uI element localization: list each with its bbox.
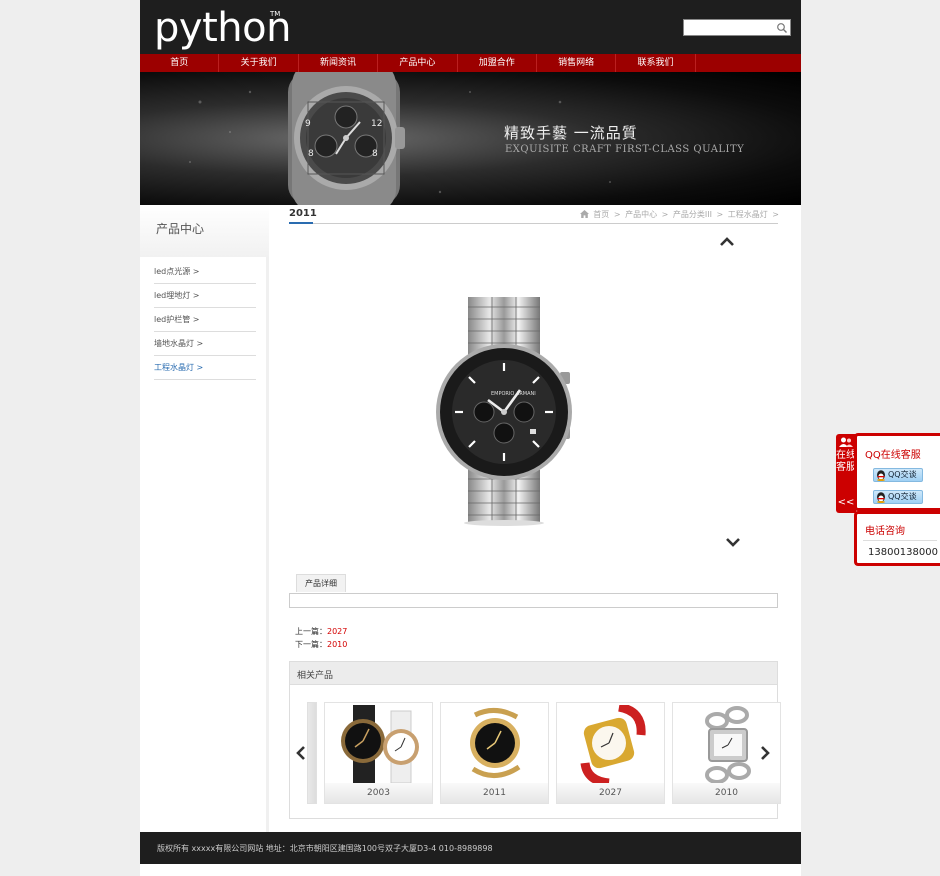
related-card-label[interactable]: 2010 — [673, 783, 780, 803]
page-title: 2011 — [289, 208, 317, 219]
breadcrumb-separator: > — [772, 210, 779, 219]
sidebar-item-led-point[interactable]: led点光源 > — [154, 260, 256, 284]
svg-text:9: 9 — [305, 119, 311, 129]
phone-panel-title: 电话咨询 — [865, 526, 905, 537]
qq-chat-label: QQ交谈 — [888, 470, 917, 479]
sidebar-title: 产品中心 — [156, 222, 205, 236]
chevron-up-icon[interactable] — [720, 237, 734, 247]
qq-chat-label: QQ交谈 — [888, 492, 917, 501]
related-card[interactable]: 2011 — [440, 702, 549, 804]
qq-service-panel: QQ在线客服 QQ交谈 QQ交谈 — [854, 433, 940, 511]
phone-consult-panel: 电话咨询 13800138000 — [854, 511, 940, 566]
footer: 版权所有 xxxxx有限公司网站 地址：北京市朝阳区建国路100号双子大厦D3-… — [140, 832, 801, 864]
sidebar-item-led-inground[interactable]: led埋地灯 > — [154, 284, 256, 308]
related-card[interactable]: 2027 — [556, 702, 665, 804]
breadcrumb-separator: > — [661, 210, 669, 219]
related-card-label[interactable]: 2011 — [441, 783, 548, 803]
nav-franchise[interactable]: 加盟合作 — [458, 54, 537, 72]
header: python TM — [140, 0, 801, 54]
nav-home[interactable]: 首页 — [140, 54, 220, 72]
search-icon[interactable] — [776, 22, 788, 34]
qq-penguin-icon — [877, 492, 885, 503]
svg-text:EMPORIO ARMANI: EMPORIO ARMANI — [491, 391, 536, 397]
prev-article: 上一篇：2027 — [295, 626, 347, 637]
page: python TM 首页 关于我们 新闻资讯 产品中心 加盟合作 销售网络 联系… — [140, 0, 801, 876]
footer-text: 版权所有 xxxxx有限公司网站 地址：北京市朝阳区建国路100号双子大厦D3-… — [157, 844, 493, 853]
next-link[interactable]: 2010 — [327, 640, 347, 649]
chevron-down-icon[interactable] — [726, 537, 740, 547]
qq-panel-title: QQ在线客服 — [865, 450, 921, 461]
nav-news[interactable]: 新闻资讯 — [299, 54, 379, 72]
breadcrumb-separator: > — [613, 210, 621, 219]
svg-text:8: 8 — [372, 149, 378, 159]
phone-divider — [863, 540, 937, 541]
related-card-label[interactable]: 2003 — [325, 783, 432, 803]
online-service-tab[interactable]: 在线客服 << — [836, 434, 856, 513]
product-detail-box — [289, 593, 778, 608]
next-article: 下一篇：2010 — [295, 639, 347, 650]
sidebar-item-led-guardrail[interactable]: led护栏管 > — [154, 308, 256, 332]
product-thumb-image — [341, 705, 419, 783]
title-divider — [289, 223, 778, 224]
prev-link[interactable]: 2027 — [327, 627, 347, 636]
related-card-partial — [307, 702, 317, 804]
chevron-right-icon[interactable] — [760, 746, 770, 760]
svg-text:8: 8 — [308, 149, 314, 159]
breadcrumb: 首页 > 产品中心 > 产品分类III > 工程水晶灯 > — [579, 209, 779, 220]
nav-sales-network[interactable]: 销售网络 — [537, 54, 617, 72]
product-main-image: EMPORIO ARMANI — [436, 297, 572, 526]
chevron-left-icon[interactable] — [296, 746, 306, 760]
collapse-icon[interactable]: << — [836, 497, 856, 508]
related-products: 相关产品 2003 2011 2027 2010 — [289, 661, 781, 819]
svg-text:12: 12 — [371, 119, 382, 129]
related-header: 相关产品 — [290, 662, 777, 685]
banner: 12 8 8 9 精致手藝 一流品質 EXQUISITE CRAFT FIRST-CL… — [140, 72, 801, 205]
next-label: 下一篇： — [295, 640, 327, 649]
home-icon[interactable] — [579, 210, 589, 218]
nav-products[interactable]: 产品中心 — [378, 54, 458, 72]
banner-subtitle: EXQUISITE CRAFT FIRST-CLASS QUALITY — [505, 144, 745, 155]
banner-watch-image: 12 8 8 9 — [189, 72, 611, 205]
breadcrumb-current[interactable]: 工程水晶灯 — [728, 210, 768, 219]
sidebar: 产品中心 led点光源 > led埋地灯 > led护栏管 > 墙地水晶灯 > … — [140, 205, 269, 832]
breadcrumb-products[interactable]: 产品中心 — [625, 210, 657, 219]
main-nav: 首页 关于我们 新闻资讯 产品中心 加盟合作 销售网络 联系我们 — [140, 54, 801, 72]
title-accent — [289, 222, 313, 224]
related-card-label[interactable]: 2027 — [557, 783, 664, 803]
breadcrumb-category[interactable]: 产品分类III — [673, 210, 712, 219]
sidebar-item-crystal-wall[interactable]: 墙地水晶灯 > — [154, 332, 256, 356]
tab-product-detail[interactable]: 产品详细 — [296, 574, 346, 592]
qq-chat-button[interactable]: QQ交谈 — [873, 468, 923, 482]
product-thumb-image — [470, 708, 521, 778]
product-thumb-image — [705, 706, 751, 783]
breadcrumb-separator: > — [716, 210, 724, 219]
users-icon — [839, 437, 853, 447]
search-input[interactable] — [683, 19, 791, 36]
qq-chat-button[interactable]: QQ交谈 — [873, 490, 923, 504]
banner-title: 精致手藝 一流品質 — [504, 124, 638, 142]
related-card[interactable]: 2003 — [324, 702, 433, 804]
qq-penguin-icon — [877, 470, 885, 481]
sidebar-header: 产品中心 — [140, 205, 269, 257]
product-thumb-image — [580, 705, 646, 783]
prev-label: 上一篇： — [295, 627, 327, 636]
sidebar-item-crystal-project[interactable]: 工程水晶灯 > — [154, 356, 256, 380]
phone-number[interactable]: 13800138000 — [868, 547, 938, 558]
related-title: 相关产品 — [297, 671, 334, 681]
breadcrumb-home[interactable]: 首页 — [593, 210, 609, 219]
nav-about[interactable]: 关于我们 — [219, 54, 299, 72]
nav-contact[interactable]: 联系我们 — [616, 54, 696, 72]
online-service-label: 在线客服 — [836, 450, 856, 473]
trademark-mark: TM — [270, 10, 281, 18]
